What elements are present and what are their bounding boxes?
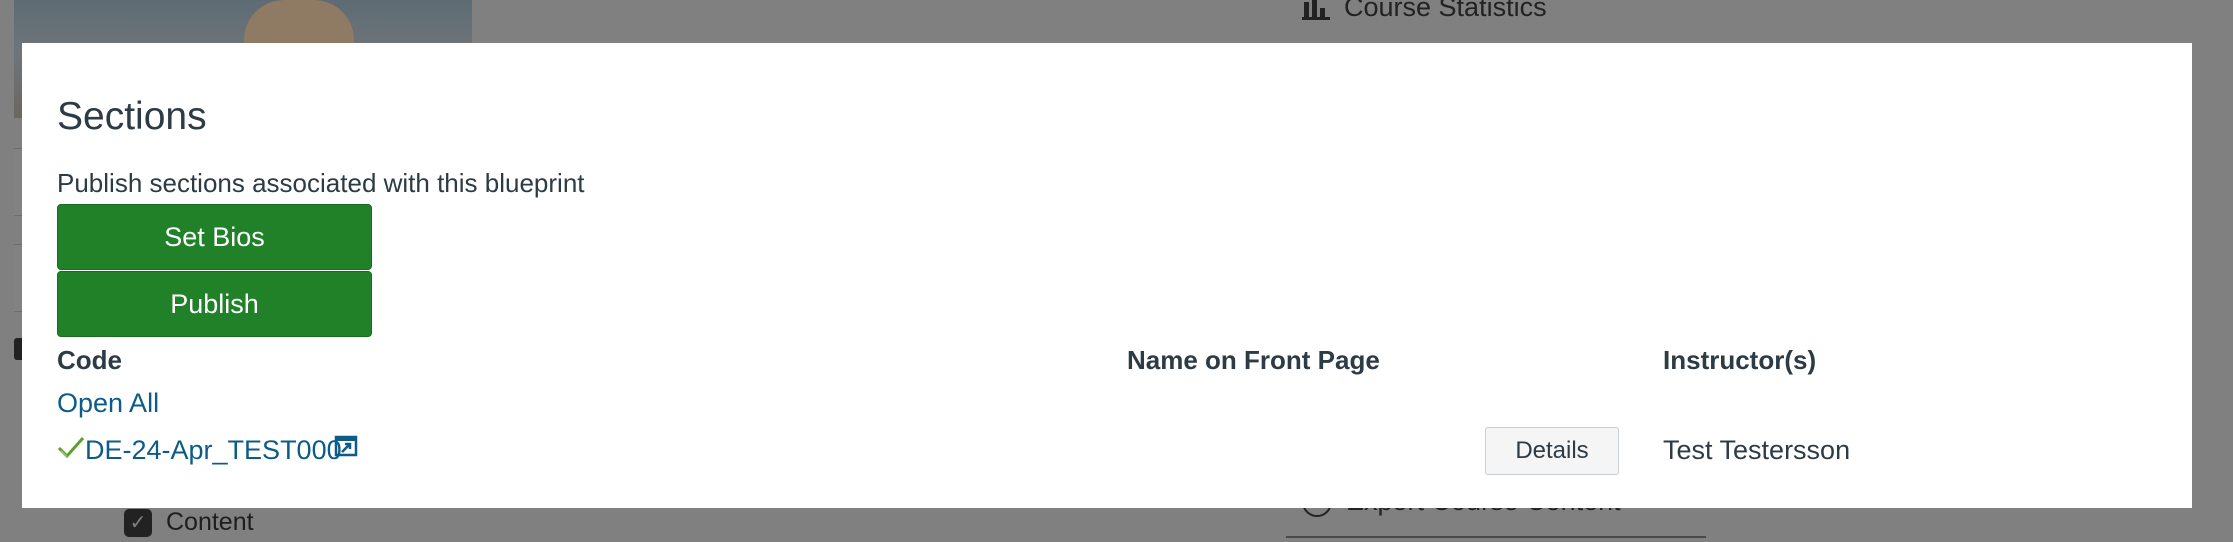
details-button[interactable]: Details [1485,427,1619,475]
column-header-code: Code [57,345,122,375]
external-link-icon[interactable] [334,435,358,459]
checkmark-icon [57,437,85,459]
sections-modal: Sections Publish sections associated wit… [22,43,2192,508]
course-statistics-label: Course Statistics [1344,0,1547,22]
instructor-name: Test Testersson [1663,435,1851,465]
publish-button[interactable]: Publish [57,271,372,337]
course-statistics-link: Course Statistics [1302,0,1547,22]
checked-checkbox-icon: ✓ [124,508,152,537]
table-row: DE-24-Apr_TEST000 Details Test Testersso… [57,427,2157,475]
column-header-instructors: Instructor(s) [1663,345,1817,375]
modal-description: Publish sections associated with this bl… [57,168,585,198]
modal-title: Sections [57,95,207,138]
section-code-link[interactable]: DE-24-Apr_TEST000 [85,435,342,466]
open-all-link[interactable]: Open All [57,388,159,419]
content-label: Content [166,508,254,536]
column-header-name-on-front-page: Name on Front Page [1127,345,1380,375]
divider [1286,536,1706,538]
content-option: ✓ Content [124,508,254,537]
bar-chart-icon [1302,0,1330,20]
set-bios-button[interactable]: Set Bios [57,204,372,270]
